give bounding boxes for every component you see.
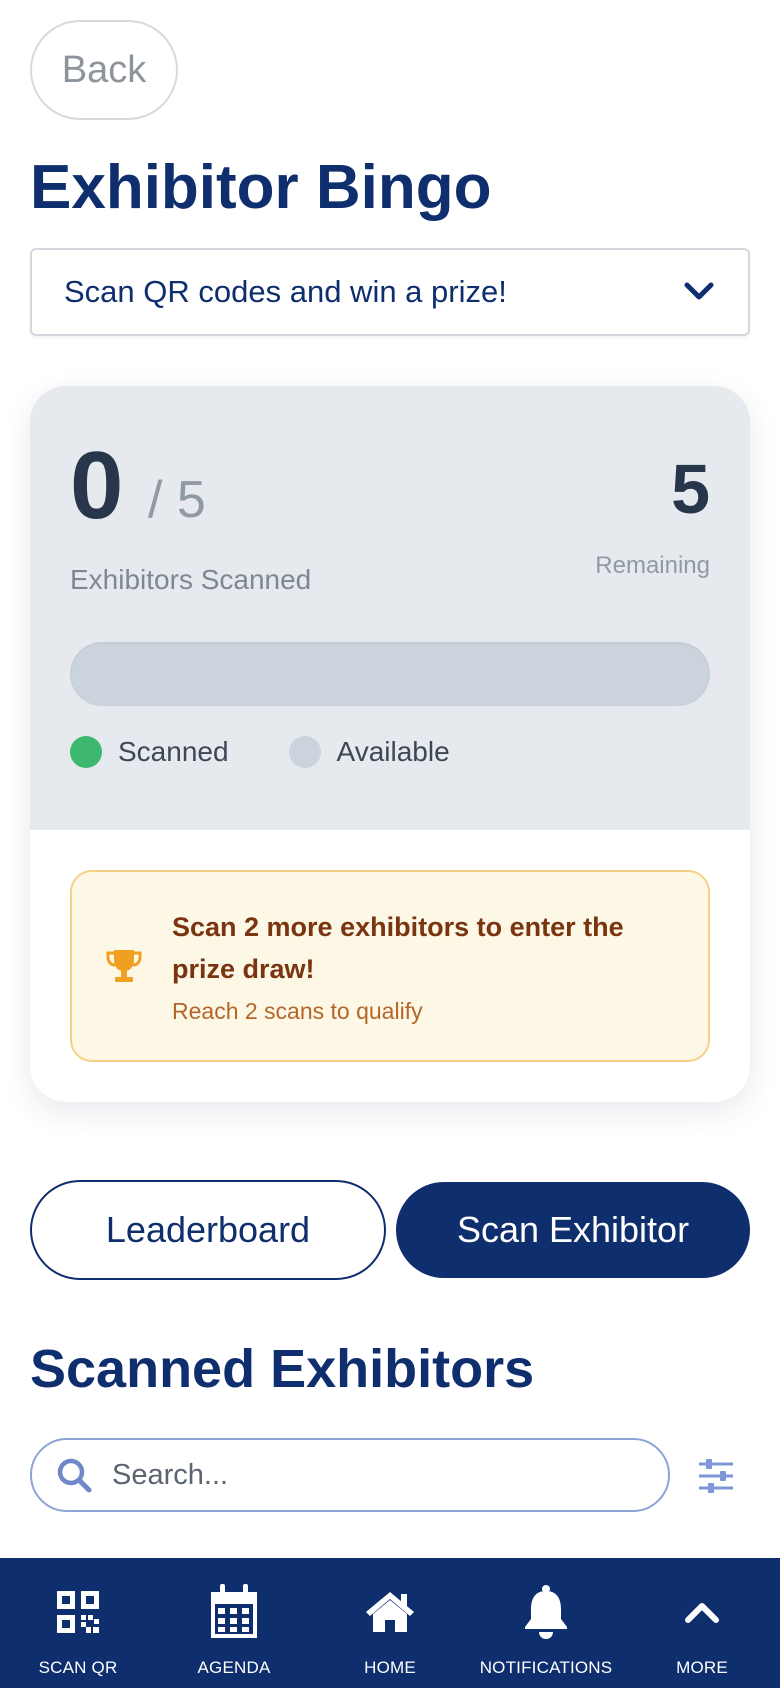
scanned-label: Exhibitors Scanned xyxy=(70,564,312,595)
back-button[interactable]: Back xyxy=(30,20,178,120)
remaining-label: Remaining xyxy=(595,552,710,579)
search-box xyxy=(30,1438,670,1512)
available-dot-icon xyxy=(288,736,321,768)
nav-scan-qr[interactable]: SCAN QR xyxy=(0,1558,156,1688)
progress-card: 0 / 5 Exhibitors Scanned 5 Remaining Sca… xyxy=(30,386,750,1102)
page-title: Exhibitor Bingo xyxy=(30,153,492,222)
legend-scanned-label: Scanned xyxy=(118,736,229,767)
nav-scan-qr-label: SCAN QR xyxy=(38,1658,118,1677)
prize-subtitle: Reach 2 scans to qualify xyxy=(172,998,423,1024)
leaderboard-button[interactable]: Leaderboard xyxy=(30,1180,386,1280)
legend-available-label: Available xyxy=(336,736,450,767)
prize-title: Scan 2 more exhibitors to enter the priz… xyxy=(172,912,624,984)
qr-code-icon xyxy=(50,1584,106,1640)
prize-notice: Scan 2 more exhibitors to enter the priz… xyxy=(70,870,710,1062)
nav-more-label: MORE xyxy=(676,1658,728,1677)
remaining-count: 5 xyxy=(671,450,710,528)
filter-sliders-icon[interactable] xyxy=(696,1456,736,1496)
calendar-icon xyxy=(206,1584,262,1640)
nav-notifications[interactable]: NOTIFICATIONS xyxy=(468,1558,624,1688)
bottom-nav: SCAN QR AGENDA HOME NOTIFICATIONS MORE xyxy=(0,1558,780,1688)
search-icon xyxy=(56,1457,92,1493)
progress-bar xyxy=(70,642,710,706)
progress-legend: Scanned Available xyxy=(70,736,510,768)
nav-more[interactable]: MORE xyxy=(624,1558,780,1688)
progress-summary: 0 / 5 Exhibitors Scanned 5 Remaining Sca… xyxy=(30,386,750,830)
nav-home-label: HOME xyxy=(364,1658,416,1677)
home-icon xyxy=(362,1584,418,1640)
chevron-up-icon xyxy=(674,1584,730,1640)
scanned-count: 0 xyxy=(70,432,124,539)
nav-agenda[interactable]: AGENDA xyxy=(156,1558,312,1688)
bell-icon xyxy=(518,1584,574,1640)
info-dropdown[interactable]: Scan QR codes and win a prize! xyxy=(30,248,750,336)
scanned-dot-icon xyxy=(70,736,102,768)
nav-notifications-label: NOTIFICATIONS xyxy=(479,1658,613,1677)
total-count: / 5 xyxy=(148,471,206,529)
chevron-down-icon xyxy=(682,275,716,309)
legend-scanned: Scanned xyxy=(70,736,229,768)
nav-home[interactable]: HOME xyxy=(312,1558,468,1688)
legend-available: Available xyxy=(288,736,450,768)
nav-agenda-label: AGENDA xyxy=(197,1658,271,1677)
section-title: Scanned Exhibitors xyxy=(30,1339,535,1399)
scan-exhibitor-button[interactable]: Scan Exhibitor xyxy=(396,1182,750,1278)
dropdown-label: Scan QR codes and win a prize! xyxy=(64,274,507,309)
trophy-icon xyxy=(104,946,144,986)
search-input[interactable] xyxy=(112,1458,632,1492)
